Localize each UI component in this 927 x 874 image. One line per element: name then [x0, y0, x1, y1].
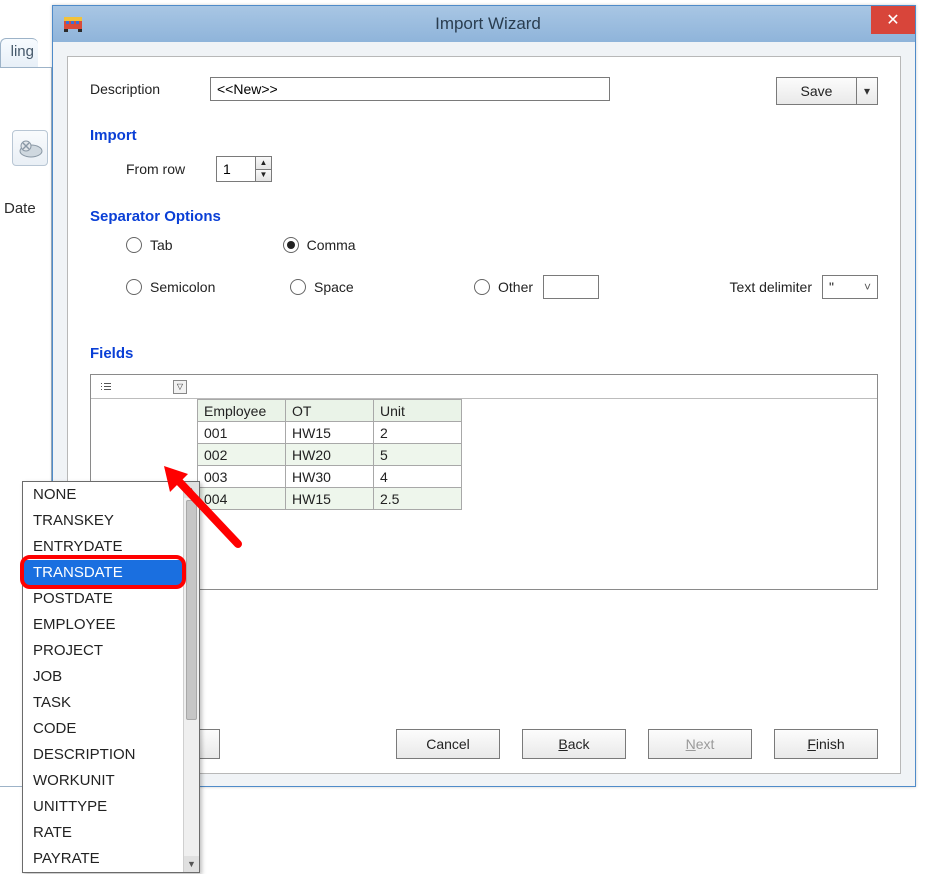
table-row: 004 HW15 2.5	[198, 488, 462, 510]
dropdown-item[interactable]: DESCRIPTION	[23, 742, 183, 768]
text-delimiter-label: Text delimiter	[730, 279, 812, 295]
dropdown-item[interactable]: JOB	[23, 664, 183, 690]
grid-cell: HW15	[286, 422, 374, 444]
radio-comma[interactable]: Comma	[283, 237, 356, 253]
finish-button[interactable]: Finish	[774, 729, 878, 759]
fields-box: ▽ Employee OT Unit 001 HW15 2 002 HW20 5	[90, 374, 878, 590]
grid-cell: 2.5	[374, 488, 462, 510]
grid-cell: 002	[198, 444, 286, 466]
background-tab-label: ling	[11, 43, 34, 60]
background-toolbar-button[interactable]	[12, 130, 48, 166]
description-input[interactable]	[210, 77, 610, 101]
dropdown-item[interactable]: EMPLOYEE	[23, 612, 183, 638]
save-dropdown-button[interactable]	[856, 77, 878, 105]
scroll-down-arrow[interactable]: ▼	[184, 856, 199, 872]
close-icon: ✕	[886, 10, 899, 30]
dropdown-item[interactable]: PAYRATE	[23, 846, 183, 872]
dropdown-item[interactable]: RATE	[23, 820, 183, 846]
back-button-label: Back	[558, 736, 589, 752]
text-delimiter-value: "	[829, 279, 834, 295]
description-label: Description	[90, 81, 210, 97]
radio-space[interactable]: Space	[290, 279, 474, 295]
background-tab: ling	[0, 38, 38, 68]
grid-cell: 4	[374, 466, 462, 488]
dropdown-item[interactable]: TRANSKEY	[23, 508, 183, 534]
next-button-label: Next	[686, 736, 715, 752]
radio-space-label: Space	[314, 279, 354, 295]
grid-cell: HW15	[286, 488, 374, 510]
radio-tab[interactable]: Tab	[126, 237, 173, 253]
grid-header-cell[interactable]: Unit	[374, 400, 462, 422]
radio-other[interactable]: Other	[474, 279, 533, 295]
grid-header-cell[interactable]: Employee	[198, 400, 286, 422]
field-type-dropdown-button[interactable]: ▽	[173, 380, 187, 394]
cancel-button-label: Cancel	[426, 736, 470, 752]
from-row-input[interactable]	[217, 157, 255, 181]
background-date-label: Date	[4, 200, 36, 217]
table-row: 001 HW15 2	[198, 422, 462, 444]
scroll-thumb[interactable]	[186, 500, 197, 720]
grid-header-row: Employee OT Unit	[198, 400, 462, 422]
other-separator-input[interactable]	[543, 275, 599, 299]
dropdown-item[interactable]: UNITTYPE	[23, 794, 183, 820]
grid-cell: 001	[198, 422, 286, 444]
section-separator: Separator Options	[90, 208, 878, 225]
field-type-dropdown-list[interactable]: NONETRANSKEYENTRYDATETRANSDATEPOSTDATEEM…	[22, 481, 200, 873]
radio-other-label: Other	[498, 279, 533, 295]
radio-tab-label: Tab	[150, 237, 173, 253]
dropdown-item[interactable]: TRANSDATE	[23, 560, 183, 586]
list-icon	[97, 378, 115, 396]
close-button[interactable]: ✕	[871, 6, 915, 34]
spinner-up[interactable]: ▲	[256, 157, 271, 170]
grid-header-cell[interactable]: OT	[286, 400, 374, 422]
text-delimiter-select[interactable]: "	[822, 275, 878, 299]
section-import: Import	[90, 127, 878, 144]
dropdown-item[interactable]: PROJECT	[23, 638, 183, 664]
scroll-up-arrow[interactable]: ▲	[184, 482, 199, 498]
grid-cell: 5	[374, 444, 462, 466]
dropdown-item[interactable]: ENTRYDATE	[23, 534, 183, 560]
next-button: Next	[648, 729, 752, 759]
dropdown-item[interactable]: NONE	[23, 482, 183, 508]
table-row: 002 HW20 5	[198, 444, 462, 466]
grid-cell: 003	[198, 466, 286, 488]
section-fields: Fields	[90, 345, 878, 362]
radio-semicolon[interactable]: Semicolon	[126, 279, 290, 295]
dropdown-item[interactable]: TASK	[23, 690, 183, 716]
radio-semicolon-label: Semicolon	[150, 279, 215, 295]
radio-comma-label: Comma	[307, 237, 356, 253]
cancel-button[interactable]: Cancel	[396, 729, 500, 759]
table-row: 003 HW30 4	[198, 466, 462, 488]
dropdown-item[interactable]: POSTDATE	[23, 586, 183, 612]
save-button-label: Save	[801, 83, 833, 99]
back-button[interactable]: Back	[522, 729, 626, 759]
titlebar[interactable]: Import Wizard ✕	[53, 6, 915, 42]
from-row-spinner[interactable]: ▲ ▼	[216, 156, 272, 182]
save-button[interactable]: Save	[776, 77, 856, 105]
grid-cell: HW30	[286, 466, 374, 488]
dropdown-item[interactable]: WORKUNIT	[23, 768, 183, 794]
spinner-down[interactable]: ▼	[256, 170, 271, 182]
dialog-button-bar: Cancel Back Next Finish	[396, 729, 878, 759]
dropdown-scrollbar[interactable]: ▲ ▼	[183, 482, 199, 872]
grid-cell: HW20	[286, 444, 374, 466]
from-row-label: From row	[126, 161, 216, 177]
dialog-title: Import Wizard	[61, 14, 915, 34]
car-icon	[17, 135, 45, 163]
fields-toolbar: ▽	[91, 375, 877, 399]
preview-grid: Employee OT Unit 001 HW15 2 002 HW20 5 0…	[197, 399, 462, 510]
grid-cell: 004	[198, 488, 286, 510]
dropdown-item[interactable]: CODE	[23, 716, 183, 742]
finish-button-label: Finish	[807, 736, 844, 752]
grid-cell: 2	[374, 422, 462, 444]
